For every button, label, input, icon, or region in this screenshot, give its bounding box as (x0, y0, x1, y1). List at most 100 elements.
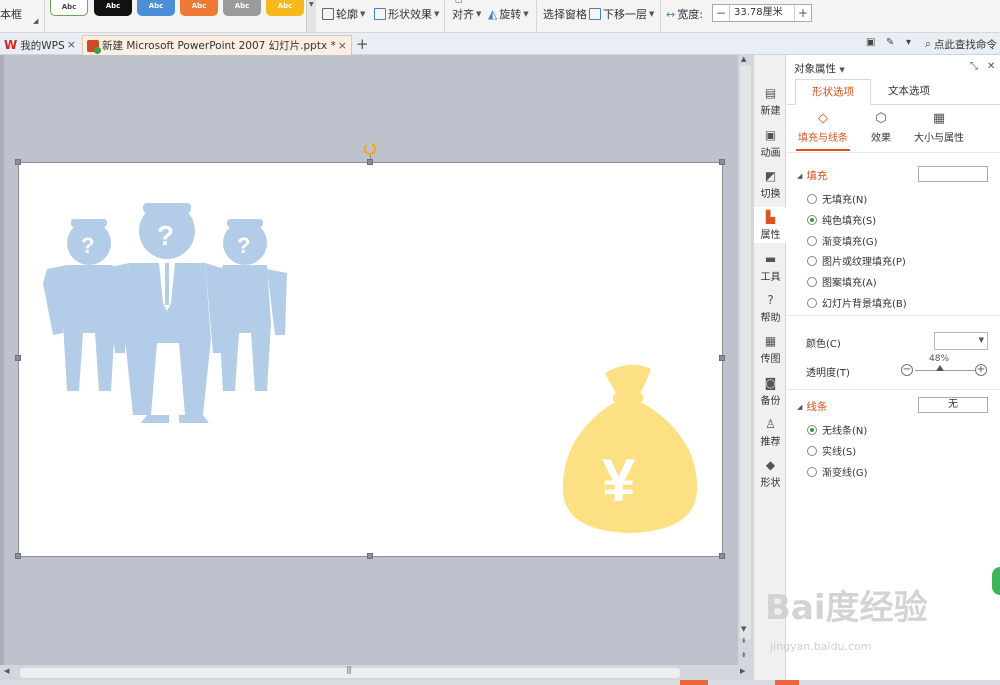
command-search[interactable]: ⌕ 点此查找命令 (925, 37, 997, 52)
radio-button[interactable] (807, 255, 817, 266)
fill-option-slide-background[interactable]: 幻灯片背景填充(B) (807, 295, 907, 310)
line-option-gradient[interactable]: 渐变线(G) (807, 464, 868, 479)
radio-button[interactable] (807, 235, 817, 246)
tab-shape-options[interactable]: 形状选项 (795, 79, 871, 105)
style-swatch-white[interactable]: Abc (50, 0, 88, 16)
resize-handle-right[interactable] (719, 355, 725, 361)
slider-track[interactable] (915, 370, 975, 371)
swatch-scroll[interactable]: ▼ (306, 0, 316, 32)
resize-handle-left[interactable] (15, 355, 21, 361)
close-icon[interactable]: × (67, 38, 76, 51)
text-frame-label[interactable]: 本框 (0, 6, 22, 22)
rotate-button[interactable]: ◭ 旋转 ▼ (488, 6, 529, 22)
share-icon[interactable]: ✎ (886, 38, 896, 48)
slider-knob[interactable] (936, 361, 944, 371)
fill-option-pattern[interactable]: 图案填充(A) (807, 274, 877, 289)
scroll-down-icon[interactable]: ▼ (741, 625, 746, 633)
radio-button[interactable] (807, 214, 817, 225)
outline-button[interactable]: 轮廓 ▼ (322, 6, 365, 22)
subtab-fill-and-line[interactable]: ◇ 填充与线条 (793, 112, 853, 145)
width-increase-button[interactable]: + (795, 6, 811, 20)
rail-item-recommend[interactable]: ♙ 推荐 (754, 418, 787, 449)
style-swatch-black[interactable]: Abc (94, 0, 132, 16)
resize-handle-bottom-right[interactable] (719, 553, 725, 559)
radio-button[interactable] (807, 193, 817, 204)
divider (787, 152, 1000, 153)
resize-handle-top-left[interactable] (15, 159, 21, 165)
width-input[interactable]: 33.78厘米 (729, 5, 795, 21)
line-option-none[interactable]: 无线条(N) (807, 422, 867, 437)
tab-document[interactable]: 新建 Microsoft PowerPoint 2007 幻灯片.pptx * … (82, 35, 352, 55)
style-swatch-yellow[interactable]: Abc (266, 0, 304, 16)
question-mark-icon: ? (157, 220, 174, 251)
send-backward-button[interactable]: 下移一层 ▼ (589, 6, 654, 22)
fill-color-picker[interactable]: ▼ (934, 332, 988, 350)
line-preset-dropdown[interactable]: 无 (918, 397, 988, 413)
transparency-slider[interactable]: − 48% + (901, 354, 989, 378)
next-slide-icon[interactable]: ⇟ (741, 651, 747, 659)
minimize-ribbon-icon[interactable]: ▾ (906, 38, 916, 48)
chevron-down-icon[interactable]: ▼ (309, 1, 314, 8)
width-decrease-button[interactable]: − (713, 6, 729, 20)
radio-button[interactable] (807, 424, 817, 435)
fill-section-header[interactable]: ◢ 填充 (797, 168, 827, 183)
radio-button[interactable] (807, 297, 817, 308)
slide-canvas[interactable]: ? ? ? ¥ (18, 162, 723, 557)
fill-option-picture-texture[interactable]: 图片或纹理填充(P) (807, 253, 906, 268)
rail-item-backup[interactable]: ◙ 备份 (754, 377, 787, 408)
style-swatch-blue[interactable]: Abc (137, 0, 175, 16)
subtab-size-and-properties[interactable]: ▦ 大小与属性 (909, 112, 969, 145)
fill-option-solid[interactable]: 纯色填充(S) (807, 212, 876, 227)
scroll-left-icon[interactable]: ◀ (4, 667, 9, 675)
rail-item-upload-image[interactable]: ▦ 传图 (754, 335, 787, 366)
tab-text-options[interactable]: 文本选项 (873, 79, 945, 105)
close-icon[interactable]: × (338, 39, 347, 52)
rail-item-tools[interactable]: ▬ 工具 (754, 253, 787, 284)
vertical-scroll-thumb[interactable] (740, 65, 751, 640)
vertical-scrollbar[interactable]: ▲ ▼ ⇞ ⇟ (738, 55, 753, 665)
selection-pane-button[interactable]: 选择窗格 (543, 6, 587, 22)
rail-item-new[interactable]: ▤ 新建 (754, 87, 787, 118)
floating-assistant-button[interactable] (992, 567, 1000, 595)
close-icon[interactable]: ✕ (987, 61, 995, 72)
align-button[interactable]: 对齐 ▼ (452, 6, 481, 22)
width-stepper[interactable]: − 33.78厘米 + (712, 4, 812, 22)
line-section-header[interactable]: ◢ 线条 (797, 399, 827, 414)
resize-handle-top-right[interactable] (719, 159, 725, 165)
fill-preset-dropdown[interactable] (918, 166, 988, 182)
fill-option-gradient[interactable]: 渐变填充(G) (807, 233, 878, 248)
rail-item-animation[interactable]: ▣ 动画 (754, 129, 787, 160)
question-mark-icon: ? (81, 233, 94, 258)
rail-item-properties[interactable]: ▙ 属性 (754, 207, 787, 243)
shape-effects-label: 形状效果 (388, 8, 432, 21)
chevron-down-icon: ▼ (523, 10, 529, 18)
subtab-effects[interactable]: ⬡ 效果 (851, 112, 911, 145)
line-option-solid[interactable]: 实线(S) (807, 443, 856, 458)
expand-icon[interactable]: ◢ (33, 17, 38, 25)
scroll-right-icon[interactable]: ▶ (740, 667, 745, 675)
horizontal-scrollbar[interactable]: ◀ ||| ▶ (0, 665, 753, 680)
resize-handle-bottom[interactable] (367, 553, 373, 559)
rail-item-help[interactable]: ? 帮助 (754, 294, 787, 325)
decrease-icon[interactable]: − (901, 364, 913, 376)
new-tab-button[interactable]: + (356, 35, 369, 53)
style-swatch-orange[interactable]: Abc (180, 0, 218, 16)
radio-button[interactable] (807, 276, 817, 287)
tab-my-wps[interactable]: W 我的WPS × (0, 35, 80, 55)
resize-handle-bottom-left[interactable] (15, 553, 21, 559)
panel-title[interactable]: 对象属性 ▼ (794, 61, 845, 76)
dock-icon[interactable]: ⤡ (970, 61, 978, 72)
radio-button[interactable] (807, 466, 817, 477)
style-swatch-gray[interactable]: Abc (223, 0, 261, 16)
fill-option-none[interactable]: 无填充(N) (807, 191, 867, 206)
increase-icon[interactable]: + (975, 364, 987, 376)
rail-item-transition[interactable]: ◩ 切换 (754, 170, 787, 201)
rotate-handle-icon[interactable] (364, 142, 376, 155)
resize-handle-top[interactable] (367, 159, 373, 165)
prev-slide-icon[interactable]: ⇞ (741, 637, 747, 645)
rail-item-shapes[interactable]: ◆ 形状 (754, 459, 787, 490)
radio-button[interactable] (807, 445, 817, 456)
shape-effects-button[interactable]: 形状效果 ▼ (374, 6, 439, 22)
screen-icon[interactable]: ▣ (866, 38, 876, 48)
scroll-up-icon[interactable]: ▲ (741, 55, 746, 63)
